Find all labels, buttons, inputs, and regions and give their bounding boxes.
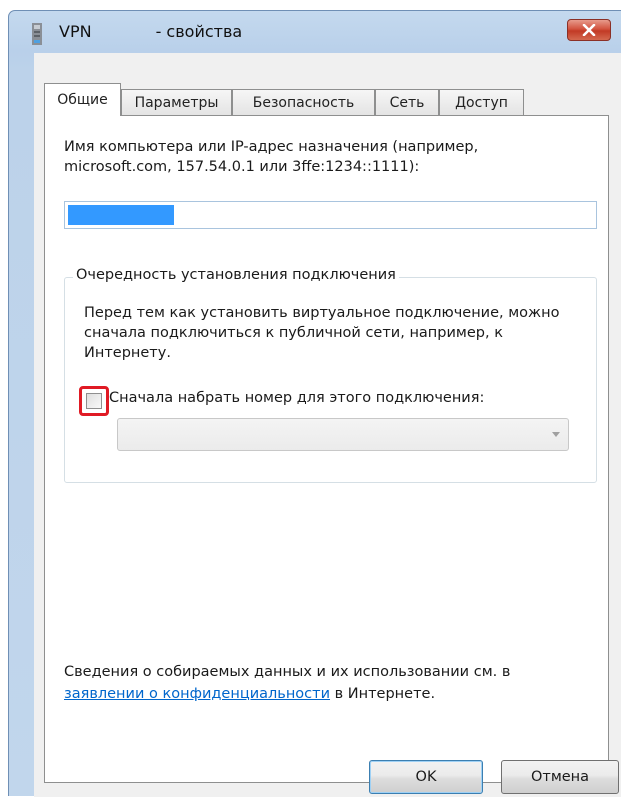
privacy-statement: Сведения о собираемых данных и их исполь… (64, 661, 594, 705)
tab-access[interactable]: Доступ (439, 89, 524, 116)
network-connection-icon (32, 23, 42, 45)
privacy-text-before: Сведения о собираемых данных и их исполь… (64, 664, 511, 680)
tab-security[interactable]: Безопасность (232, 89, 375, 116)
tab-panel-general: Имя компьютера или IP-адрес назначения (… (44, 115, 609, 783)
dialog-client-area: Общие Параметры Безопасность Сеть Доступ… (34, 53, 621, 797)
group-description: Перед тем как установить виртуальное под… (84, 305, 560, 361)
tab-parameters[interactable]: Параметры (121, 89, 232, 116)
close-icon (582, 24, 596, 36)
dial-first-checkbox[interactable] (86, 393, 102, 409)
privacy-link[interactable]: заявлении о конфиденциальности (64, 686, 330, 702)
ok-button[interactable]: OK (369, 760, 483, 794)
group-legend: Очередность установления подключения (73, 267, 399, 283)
title-suffix: - свойства (155, 22, 243, 41)
tab-network[interactable]: Сеть (375, 89, 439, 116)
tab-general[interactable]: Общие (44, 83, 121, 116)
title-prefix: VPN (59, 22, 92, 41)
privacy-text-after: в Интернете. (330, 686, 436, 702)
host-address-input[interactable] (64, 201, 597, 229)
title-bar[interactable]: VPN - свойства (9, 11, 621, 53)
connection-order-group: Очередность установления подключения Пер… (64, 267, 597, 483)
dial-connection-select[interactable] (117, 418, 569, 451)
window-title: VPN - свойства (59, 22, 242, 41)
dial-first-label[interactable]: Сначала набрать номер для этого подключе… (109, 390, 484, 406)
cancel-button[interactable]: Отмена (501, 760, 619, 794)
checkbox-highlight-frame (79, 386, 109, 416)
close-button[interactable] (567, 19, 611, 41)
chevron-down-icon[interactable] (552, 432, 560, 437)
tab-strip: Общие Параметры Безопасность Сеть Доступ (44, 83, 604, 116)
host-description: Имя компьютера или IP-адрес назначения (… (64, 139, 479, 175)
selected-text-highlight (68, 205, 174, 225)
properties-window: VPN - свойства Общие Параметры Безопаснос… (8, 10, 621, 797)
